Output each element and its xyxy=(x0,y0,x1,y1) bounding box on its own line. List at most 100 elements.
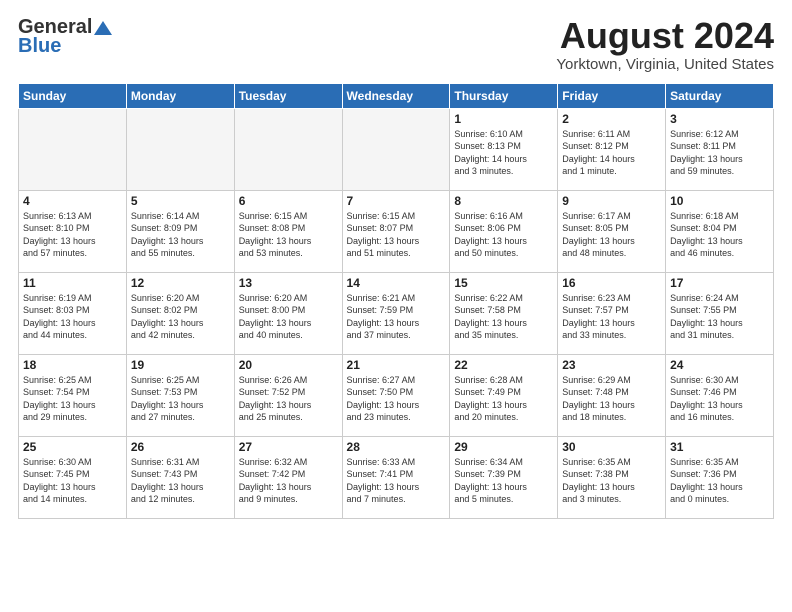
week-row-1: 4 Sunrise: 6:13 AMSunset: 8:10 PMDaylight… xyxy=(19,190,774,272)
day-info: Sunrise: 6:33 AMSunset: 7:41 PMDaylight:… xyxy=(347,456,446,506)
weekday-header-row: Sunday Monday Tuesday Wednesday Thursday… xyxy=(19,83,774,108)
day-cell: 30Sunrise: 6:35 AMSunset: 7:38 PMDayligh… xyxy=(558,436,666,518)
day-number: 31 xyxy=(670,440,769,454)
day-cell xyxy=(126,108,234,190)
day-info: Sunrise: 6:19 AMSunset: 8:03 PMDaylight:… xyxy=(23,292,122,342)
day-number: 4 xyxy=(23,194,122,208)
header-sunday: Sunday xyxy=(19,83,127,108)
day-cell: 29 Sunrise: 6:34 AMSunset: 7:39 PMDayligh… xyxy=(450,436,558,518)
title-area: August 2024 Yorktown, Virginia, United S… xyxy=(556,16,774,73)
day-info: Sunrise: 6:31 AMSunset: 7:43 PMDaylight:… xyxy=(131,456,230,506)
day-cell: 27Sunrise: 6:32 AMSunset: 7:42 PMDayligh… xyxy=(234,436,342,518)
day-info: Sunrise: 6:22 AMSunset: 7:58 PMDaylight:… xyxy=(454,292,553,342)
day-info: Sunrise: 6:18 AMSunset: 8:04 PMDaylight:… xyxy=(670,210,769,260)
day-number: 8 xyxy=(454,194,553,208)
day-info: Sunrise: 6:29 AMSunset: 7:48 PMDaylight:… xyxy=(562,374,661,424)
header-tuesday: Tuesday xyxy=(234,83,342,108)
day-info: Sunrise: 6:35 AMSunset: 7:36 PMDaylight:… xyxy=(670,456,769,506)
header-friday: Friday xyxy=(558,83,666,108)
day-info: Sunrise: 6:25 AMSunset: 7:53 PMDaylight:… xyxy=(131,374,230,424)
calendar: Sunday Monday Tuesday Wednesday Thursday… xyxy=(18,83,774,519)
day-cell: 20Sunrise: 6:26 AMSunset: 7:52 PMDayligh… xyxy=(234,354,342,436)
day-info: Sunrise: 6:30 AMSunset: 7:45 PMDaylight:… xyxy=(23,456,122,506)
day-number: 27 xyxy=(239,440,338,454)
day-info: Sunrise: 6:21 AMSunset: 7:59 PMDaylight:… xyxy=(347,292,446,342)
day-info: Sunrise: 6:20 AMSunset: 8:02 PMDaylight:… xyxy=(131,292,230,342)
day-cell: 8 Sunrise: 6:16 AMSunset: 8:06 PMDaylight… xyxy=(450,190,558,272)
day-cell: 23 Sunrise: 6:29 AMSunset: 7:48 PMDayligh… xyxy=(558,354,666,436)
day-cell: 17 Sunrise: 6:24 AMSunset: 7:55 PMDayligh… xyxy=(666,272,774,354)
day-cell: 16 Sunrise: 6:23 AMSunset: 7:57 PMDayligh… xyxy=(558,272,666,354)
day-cell: 3Sunrise: 6:12 AMSunset: 8:11 PMDaylight… xyxy=(666,108,774,190)
day-cell: 10Sunrise: 6:18 AMSunset: 8:04 PMDayligh… xyxy=(666,190,774,272)
day-number: 13 xyxy=(239,276,338,290)
day-info: Sunrise: 6:27 AMSunset: 7:50 PMDaylight:… xyxy=(347,374,446,424)
day-number: 26 xyxy=(131,440,230,454)
day-cell xyxy=(342,108,450,190)
day-number: 29 xyxy=(454,440,553,454)
day-cell: 18 Sunrise: 6:25 AMSunset: 7:54 PMDayligh… xyxy=(19,354,127,436)
calendar-body: 1 Sunrise: 6:10 AMSunset: 8:13 PMDaylight… xyxy=(19,108,774,518)
day-number: 22 xyxy=(454,358,553,372)
week-row-0: 1 Sunrise: 6:10 AMSunset: 8:13 PMDaylight… xyxy=(19,108,774,190)
day-cell: 28 Sunrise: 6:33 AMSunset: 7:41 PMDayligh… xyxy=(342,436,450,518)
day-cell: 14Sunrise: 6:21 AMSunset: 7:59 PMDayligh… xyxy=(342,272,450,354)
day-number: 28 xyxy=(347,440,446,454)
day-cell: 4 Sunrise: 6:13 AMSunset: 8:10 PMDaylight… xyxy=(19,190,127,272)
day-info: Sunrise: 6:34 AMSunset: 7:39 PMDaylight:… xyxy=(454,456,553,506)
day-cell: 6Sunrise: 6:15 AMSunset: 8:08 PMDaylight… xyxy=(234,190,342,272)
day-info: Sunrise: 6:23 AMSunset: 7:57 PMDaylight:… xyxy=(562,292,661,342)
day-info: Sunrise: 6:35 AMSunset: 7:38 PMDaylight:… xyxy=(562,456,661,506)
day-number: 23 xyxy=(562,358,661,372)
week-row-2: 11 Sunrise: 6:19 AMSunset: 8:03 PMDayligh… xyxy=(19,272,774,354)
day-cell xyxy=(234,108,342,190)
day-info: Sunrise: 6:17 AMSunset: 8:05 PMDaylight:… xyxy=(562,210,661,260)
day-info: Sunrise: 6:30 AMSunset: 7:46 PMDaylight:… xyxy=(670,374,769,424)
day-number: 20 xyxy=(239,358,338,372)
location: Yorktown, Virginia, United States xyxy=(556,56,774,73)
day-number: 19 xyxy=(131,358,230,372)
day-info: Sunrise: 6:28 AMSunset: 7:49 PMDaylight:… xyxy=(454,374,553,424)
day-number: 6 xyxy=(239,194,338,208)
day-cell: 25 Sunrise: 6:30 AMSunset: 7:45 PMDayligh… xyxy=(19,436,127,518)
day-number: 17 xyxy=(670,276,769,290)
header-wednesday: Wednesday xyxy=(342,83,450,108)
day-number: 21 xyxy=(347,358,446,372)
day-cell: 15Sunrise: 6:22 AMSunset: 7:58 PMDayligh… xyxy=(450,272,558,354)
day-cell: 2 Sunrise: 6:11 AMSunset: 8:12 PMDaylight… xyxy=(558,108,666,190)
day-cell: 31 Sunrise: 6:35 AMSunset: 7:36 PMDayligh… xyxy=(666,436,774,518)
day-info: Sunrise: 6:25 AMSunset: 7:54 PMDaylight:… xyxy=(23,374,122,424)
week-row-4: 25 Sunrise: 6:30 AMSunset: 7:45 PMDayligh… xyxy=(19,436,774,518)
day-number: 25 xyxy=(23,440,122,454)
page: General Blue August 2024 Yorktown, Virgi… xyxy=(0,0,792,612)
day-info: Sunrise: 6:16 AMSunset: 8:06 PMDaylight:… xyxy=(454,210,553,260)
day-number: 18 xyxy=(23,358,122,372)
day-number: 16 xyxy=(562,276,661,290)
day-number: 11 xyxy=(23,276,122,290)
header-saturday: Saturday xyxy=(666,83,774,108)
logo: General Blue xyxy=(18,16,112,58)
day-cell: 26 Sunrise: 6:31 AMSunset: 7:43 PMDayligh… xyxy=(126,436,234,518)
day-number: 9 xyxy=(562,194,661,208)
day-number: 7 xyxy=(347,194,446,208)
day-info: Sunrise: 6:13 AMSunset: 8:10 PMDaylight:… xyxy=(23,210,122,260)
day-cell: 24Sunrise: 6:30 AMSunset: 7:46 PMDayligh… xyxy=(666,354,774,436)
day-cell: 13Sunrise: 6:20 AMSunset: 8:00 PMDayligh… xyxy=(234,272,342,354)
day-cell: 12Sunrise: 6:20 AMSunset: 8:02 PMDayligh… xyxy=(126,272,234,354)
header-thursday: Thursday xyxy=(450,83,558,108)
day-cell: 7 Sunrise: 6:15 AMSunset: 8:07 PMDaylight… xyxy=(342,190,450,272)
day-number: 1 xyxy=(454,112,553,126)
month-title: August 2024 xyxy=(556,16,774,56)
day-info: Sunrise: 6:15 AMSunset: 8:07 PMDaylight:… xyxy=(347,210,446,260)
header: General Blue August 2024 Yorktown, Virgi… xyxy=(18,16,774,73)
day-cell xyxy=(19,108,127,190)
header-monday: Monday xyxy=(126,83,234,108)
day-number: 3 xyxy=(670,112,769,126)
day-number: 2 xyxy=(562,112,661,126)
day-cell: 9 Sunrise: 6:17 AMSunset: 8:05 PMDaylight… xyxy=(558,190,666,272)
day-info: Sunrise: 6:10 AMSunset: 8:13 PMDaylight:… xyxy=(454,128,553,178)
day-info: Sunrise: 6:11 AMSunset: 8:12 PMDaylight:… xyxy=(562,128,661,178)
day-info: Sunrise: 6:24 AMSunset: 7:55 PMDaylight:… xyxy=(670,292,769,342)
day-number: 5 xyxy=(131,194,230,208)
day-cell: 1 Sunrise: 6:10 AMSunset: 8:13 PMDaylight… xyxy=(450,108,558,190)
